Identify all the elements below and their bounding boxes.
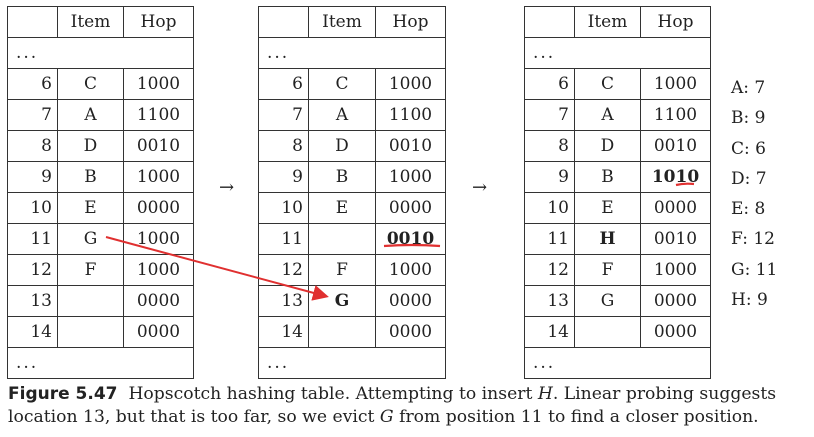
underline-mark [675,182,695,187]
caption-italic: G [379,407,394,427]
underline-mark [383,243,441,248]
annotation-layer [105,182,695,301]
caption-text: Hopscotch hashing table. Attempting to i… [128,384,538,404]
figure-label: Figure 5.47 [8,384,118,404]
figure-caption: Figure 5.47 Hopscotch hashing table. Att… [8,383,808,429]
evict-arrow [105,236,329,301]
caption-italic: H [537,384,553,404]
caption-text: from position 11 to find a closer positi… [393,407,759,427]
